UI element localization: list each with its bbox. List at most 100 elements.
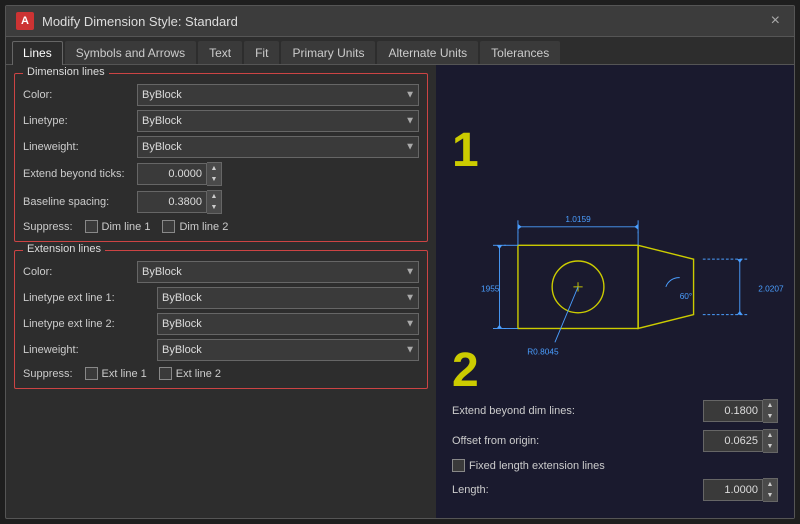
ext-linetype1-select-wrapper: ByBlock ▼ — [157, 287, 419, 309]
dim-linetype-row: Linetype: ByBlock ▼ — [23, 110, 419, 132]
autocad-logo: A — [16, 12, 34, 30]
dim-baseline-input[interactable] — [137, 191, 207, 213]
ext-line1-checkbox[interactable] — [85, 367, 98, 380]
right-panel: 1.0159 1955 — [436, 65, 794, 518]
dim-color-row: Color: ByBlock ▼ — [23, 84, 419, 106]
fixed-length-checkbox[interactable] — [452, 459, 465, 472]
dim-line2-checkbox[interactable] — [162, 220, 175, 233]
dim-baseline-btns: ▲ ▼ — [207, 190, 222, 214]
ext-lineweight-row: Lineweight: ByBlock ▼ — [23, 339, 419, 361]
dim-extend-down[interactable]: ▼ — [207, 174, 221, 185]
fixed-length-label: Fixed length extension lines — [469, 460, 605, 472]
dim-baseline-up[interactable]: ▲ — [207, 191, 221, 202]
overlay-number-2: 2 — [452, 343, 479, 398]
ext-beyond-spinner: ▲ ▼ — [703, 399, 778, 423]
preview-dim5: 60° — [680, 291, 693, 301]
offset-down[interactable]: ▼ — [763, 441, 777, 452]
offset-input[interactable] — [703, 430, 763, 452]
ext-beyond-btns: ▲ ▼ — [763, 399, 778, 423]
ext-beyond-input[interactable] — [703, 400, 763, 422]
offset-row: Offset from origin: ▲ ▼ — [452, 429, 778, 453]
preview-canvas: 1.0159 1955 — [444, 73, 786, 510]
dim-extend-spinner: ▲ ▼ — [137, 162, 222, 186]
dim-color-select-wrapper: ByBlock ▼ — [137, 84, 419, 106]
preview-dim4: R0.8045 — [527, 346, 559, 356]
ext-linetype1-row: Linetype ext line 1: ByBlock ▼ — [23, 287, 419, 309]
dim-extend-up[interactable]: ▲ — [207, 163, 221, 174]
tab-alternate[interactable]: Alternate Units — [377, 41, 478, 64]
dim-suppress-row: Suppress: Dim line 1 Dim line 2 — [23, 220, 419, 233]
ext-color-row: Color: ByBlock ▼ — [23, 261, 419, 283]
tab-bar: Lines Symbols and Arrows Text Fit Primar… — [6, 37, 794, 65]
tab-tolerances[interactable]: Tolerances — [480, 41, 560, 64]
dim-linetype-select[interactable]: ByBlock — [137, 110, 419, 132]
offset-btns: ▲ ▼ — [763, 429, 778, 453]
dim-lineweight-select-wrapper: ByBlock ▼ — [137, 136, 419, 158]
dialog-title: Modify Dimension Style: Standard — [42, 14, 238, 29]
length-up[interactable]: ▲ — [763, 479, 777, 490]
dim-lineweight-select[interactable]: ByBlock — [137, 136, 419, 158]
dim-lineweight-label: Lineweight: — [23, 141, 133, 153]
ext-beyond-down[interactable]: ▼ — [763, 411, 777, 422]
dimension-lines-section: Dimension lines Color: ByBlock ▼ Linetyp… — [14, 73, 428, 242]
ext-line2-label: Ext line 2 — [176, 368, 221, 380]
dim-line2-label: Dim line 2 — [179, 221, 228, 233]
dim-color-label: Color: — [23, 89, 133, 101]
length-btns: ▲ ▼ — [763, 478, 778, 502]
title-bar: A Modify Dimension Style: Standard × — [6, 6, 794, 37]
tab-symbols[interactable]: Symbols and Arrows — [65, 41, 196, 64]
extension-lines-section: Extension lines Color: ByBlock ▼ Linetyp… — [14, 250, 428, 389]
tab-primary[interactable]: Primary Units — [281, 41, 375, 64]
ext-line2-check-label[interactable]: Ext line 2 — [159, 367, 221, 380]
ext-linetype2-row: Linetype ext line 2: ByBlock ▼ — [23, 313, 419, 335]
preview-dim1: 1.0159 — [565, 214, 591, 224]
ext-color-select[interactable]: ByBlock — [137, 261, 419, 283]
dim-linetype-label: Linetype: — [23, 115, 133, 127]
dim-color-select[interactable]: ByBlock — [137, 84, 419, 106]
dim-baseline-down[interactable]: ▼ — [207, 202, 221, 213]
dim-extend-label: Extend beyond ticks: — [23, 168, 133, 180]
dim-linetype-select-wrapper: ByBlock ▼ — [137, 110, 419, 132]
length-row: Length: ▲ ▼ — [452, 478, 778, 502]
dim-line1-label: Dim line 1 — [102, 221, 151, 233]
ext-beyond-up[interactable]: ▲ — [763, 400, 777, 411]
ext-linetype2-select[interactable]: ByBlock — [157, 313, 419, 335]
dim-line2-check-label[interactable]: Dim line 2 — [162, 220, 228, 233]
dim-baseline-label: Baseline spacing: — [23, 196, 133, 208]
dialog: A Modify Dimension Style: Standard × Lin… — [5, 5, 795, 519]
tab-text[interactable]: Text — [198, 41, 242, 64]
length-input[interactable] — [703, 479, 763, 501]
fixed-length-check-label[interactable]: Fixed length extension lines — [452, 459, 605, 472]
dim-line1-checkbox[interactable] — [85, 220, 98, 233]
length-down[interactable]: ▼ — [763, 490, 777, 501]
tab-lines[interactable]: Lines — [12, 41, 63, 65]
ext-linetype1-select[interactable]: ByBlock — [157, 287, 419, 309]
ext-lineweight-select[interactable]: ByBlock — [157, 339, 419, 361]
preview-dim3: 2.0207 — [758, 284, 784, 294]
offset-spinner: ▲ ▼ — [703, 429, 778, 453]
ext-line1-label: Ext line 1 — [102, 368, 147, 380]
length-spinner: ▲ ▼ — [703, 478, 778, 502]
dim-extend-input[interactable] — [137, 163, 207, 185]
close-button[interactable]: × — [767, 13, 784, 29]
overlay-number-1: 1 — [452, 123, 479, 178]
dim-line1-check-label[interactable]: Dim line 1 — [85, 220, 151, 233]
ext-linetype2-label: Linetype ext line 2: — [23, 318, 153, 330]
dim-extend-row: Extend beyond ticks: ▲ ▼ — [23, 162, 419, 186]
tab-fit[interactable]: Fit — [244, 41, 279, 64]
main-content: Dimension lines Color: ByBlock ▼ Linetyp… — [6, 65, 794, 518]
ext-line1-check-label[interactable]: Ext line 1 — [85, 367, 147, 380]
ext-beyond-label: Extend beyond dim lines: — [452, 405, 699, 417]
length-label: Length: — [452, 484, 699, 496]
ext-linetype2-select-wrapper: ByBlock ▼ — [157, 313, 419, 335]
ext-color-select-wrapper: ByBlock ▼ — [137, 261, 419, 283]
preview-dim2: 1955 — [481, 284, 500, 294]
ext-linetype1-label: Linetype ext line 1: — [23, 292, 153, 304]
offset-up[interactable]: ▲ — [763, 430, 777, 441]
dim-suppress-label: Suppress: — [23, 221, 73, 233]
extension-lines-title: Extension lines — [23, 243, 105, 255]
ext-lineweight-label: Lineweight: — [23, 344, 153, 356]
ext-beyond-row: Extend beyond dim lines: ▲ ▼ — [452, 399, 778, 423]
ext-line2-checkbox[interactable] — [159, 367, 172, 380]
dim-baseline-spinner: ▲ ▼ — [137, 190, 222, 214]
